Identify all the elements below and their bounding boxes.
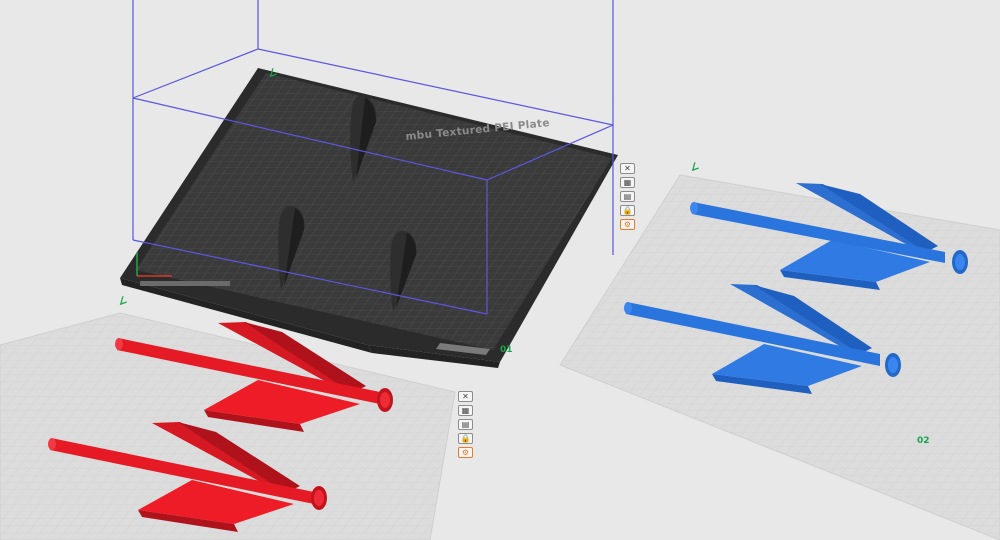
lock-icon[interactable]: 🔒 [620, 205, 635, 216]
plate-2-number[interactable]: 02 [917, 436, 930, 446]
plate-3-toolbar: ✕ ▦ ▤ 🔒 ⚙ [458, 391, 473, 458]
plate-1-number[interactable]: 01 [500, 345, 513, 355]
close-plate-icon[interactable]: ✕ [458, 391, 473, 402]
settings-icon[interactable]: ⚙ [458, 447, 473, 458]
arrange-icon[interactable]: ▦ [620, 177, 635, 188]
orient-icon[interactable]: ▤ [620, 191, 635, 202]
plate-1-toolbar: ✕ ▦ ▤ 🔒 ⚙ [620, 163, 635, 230]
arrange-icon[interactable]: ▦ [458, 405, 473, 416]
3d-viewport[interactable]: ∠ ∠ ∠ mbu Textured PEI Plate 01 02 ✕ ▦ ▤… [0, 0, 1000, 540]
lock-icon[interactable]: 🔒 [458, 433, 473, 444]
orient-icon[interactable]: ▤ [458, 419, 473, 430]
plate-scene[interactable] [0, 0, 1000, 540]
plate-1[interactable] [120, 0, 618, 368]
settings-icon[interactable]: ⚙ [620, 219, 635, 230]
close-plate-icon[interactable]: ✕ [620, 163, 635, 174]
